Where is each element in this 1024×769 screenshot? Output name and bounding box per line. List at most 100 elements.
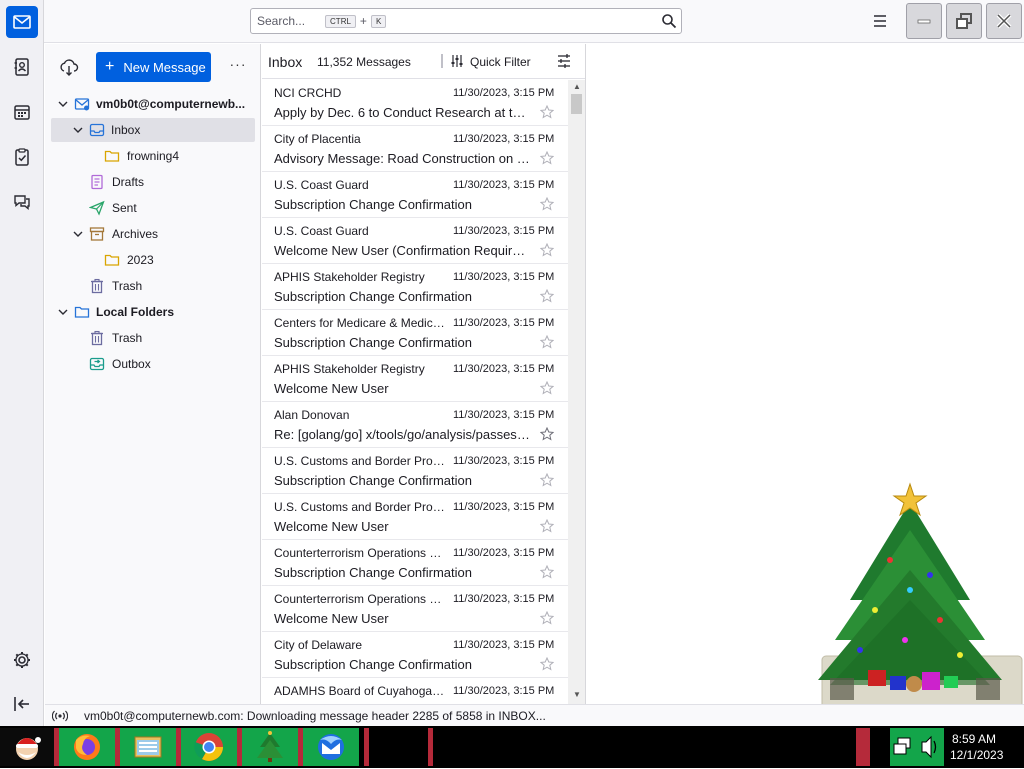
message-row[interactable]: U.S. Customs and Border Protection 11/30… — [262, 494, 568, 540]
minimize-button[interactable] — [906, 3, 942, 39]
folder-trash-label: Trash — [112, 279, 143, 293]
message-date: 11/30/2023, 3:15 PM — [453, 271, 555, 283]
taskbar-thunderbird[interactable] — [303, 728, 359, 766]
folder-account[interactable]: vm0b0t@computernewb... — [51, 92, 255, 116]
message-date: 11/30/2023, 3:15 PM — [453, 685, 555, 697]
scroll-down-arrow-icon[interactable]: ▼ — [573, 690, 581, 699]
star-icon[interactable] — [540, 151, 554, 165]
star-icon[interactable] — [540, 197, 554, 211]
scroll-up-arrow-icon[interactable]: ▲ — [573, 82, 581, 91]
clock-time[interactable]: 8:59 AM — [952, 732, 996, 746]
folder-frowning4[interactable]: frowning4 — [51, 144, 255, 168]
message-list-scrollbar[interactable]: ▲ ▼ — [568, 80, 585, 704]
message-row[interactable]: APHIS Stakeholder Registry 11/30/2023, 3… — [262, 356, 568, 402]
message-row[interactable]: APHIS Stakeholder Registry 11/30/2023, 3… — [262, 264, 568, 310]
settings-button[interactable] — [12, 650, 32, 670]
star-icon[interactable] — [540, 381, 554, 395]
chevron-down-icon[interactable] — [72, 228, 84, 240]
folder-drafts[interactable]: Drafts — [51, 170, 255, 194]
quick-filter-icon[interactable] — [450, 54, 464, 68]
chat-space-button[interactable] — [6, 186, 38, 218]
star-icon[interactable] — [540, 335, 554, 349]
search-input[interactable]: Search... CTRL + K — [250, 8, 682, 34]
message-row[interactable]: ADAMHS Board of Cuyahoga County 11/30/20… — [262, 678, 568, 704]
mail-space-button[interactable] — [6, 6, 38, 38]
star-icon[interactable] — [540, 611, 554, 625]
message-date: 11/30/2023, 3:15 PM — [453, 225, 555, 237]
star-icon[interactable] — [540, 289, 554, 303]
message-row[interactable]: City of Delaware 11/30/2023, 3:15 PM Sub… — [262, 632, 568, 678]
taskbar-firefox[interactable] — [59, 728, 115, 766]
scrollbar-thumb[interactable] — [571, 94, 582, 114]
message-row[interactable]: Centers for Medicare & Medicaid Services… — [262, 310, 568, 356]
title-bar: Search... CTRL + K — [44, 0, 1024, 43]
message-subject: Re: [golang/go] x/tools/go/analysis/pass… — [274, 427, 530, 442]
message-row[interactable]: NCI CRCHD 11/30/2023, 3:15 PM Apply by D… — [262, 80, 568, 126]
folder-pane-menu-button[interactable]: ··· — [227, 56, 249, 76]
clock-date[interactable]: 12/1/2023 — [950, 748, 1003, 762]
star-icon[interactable] — [540, 243, 554, 257]
message-date: 11/30/2023, 3:15 PM — [453, 547, 555, 559]
tasks-space-button[interactable] — [6, 141, 38, 173]
chevron-down-icon[interactable] — [57, 98, 69, 110]
message-row[interactable]: Alan Donovan 11/30/2023, 3:15 PM Re: [go… — [262, 402, 568, 448]
message-sender: Counterterrorism Operations Support — [274, 546, 446, 560]
message-row[interactable]: City of Placentia 11/30/2023, 3:15 PM Ad… — [262, 126, 568, 172]
get-messages-icon[interactable] — [59, 58, 79, 78]
display-options-icon[interactable] — [556, 53, 572, 69]
folder-local-folders[interactable]: Local Folders — [51, 300, 255, 324]
taskbar-christmas-tree[interactable] — [242, 728, 298, 766]
thunderbird-window: Search... CTRL + K + New Message ··· vm0… — [0, 0, 1024, 726]
chevron-down-icon[interactable] — [57, 306, 69, 318]
folder-sent[interactable]: Sent — [51, 196, 255, 220]
message-row[interactable]: U.S. Coast Guard 11/30/2023, 3:15 PM Sub… — [262, 172, 568, 218]
star-icon[interactable] — [540, 473, 554, 487]
message-row[interactable]: Counterterrorism Operations Support 11/3… — [262, 586, 568, 632]
online-status-icon[interactable] — [52, 709, 68, 723]
folder-archives[interactable]: Archives — [51, 222, 255, 246]
folder-archives-2023[interactable]: 2023 — [51, 248, 255, 272]
archive-icon — [89, 227, 105, 241]
folder-outbox[interactable]: Outbox — [51, 352, 255, 376]
new-message-button[interactable]: + New Message — [96, 52, 211, 82]
folder-inbox-label: Inbox — [111, 123, 141, 137]
star-icon[interactable] — [540, 565, 554, 579]
star-icon[interactable] — [540, 657, 554, 671]
quick-filter-button[interactable]: Quick Filter — [470, 55, 531, 69]
taskbar-separator — [428, 728, 433, 766]
taskbar-chrome[interactable] — [181, 728, 237, 766]
folder-account-label: vm0b0t@computernewb... — [96, 97, 246, 111]
star-icon[interactable] — [540, 105, 554, 119]
network-icon[interactable] — [890, 728, 944, 766]
message-subject: Apply by Dec. 6 to Conduct Research at t… — [274, 105, 530, 120]
restore-button[interactable] — [946, 3, 982, 39]
star-icon[interactable] — [540, 427, 554, 441]
tasks-icon — [15, 148, 29, 166]
thread-folder-name: Inbox — [268, 54, 303, 70]
start-button[interactable] — [0, 728, 54, 766]
chevron-down-icon[interactable] — [72, 124, 84, 136]
message-row[interactable]: U.S. Coast Guard 11/30/2023, 3:15 PM Wel… — [262, 218, 568, 264]
shortcut-key-ctrl: CTRL — [325, 14, 356, 28]
taskbar-file-explorer[interactable] — [120, 728, 176, 766]
christmas-tree-icon — [257, 731, 283, 762]
collapse-spaces-button[interactable] — [12, 694, 32, 714]
app-menu-icon[interactable] — [870, 12, 890, 30]
address-book-space-button[interactable] — [6, 51, 38, 83]
star-icon[interactable] — [540, 519, 554, 533]
message-row[interactable]: Counterterrorism Operations Support 11/3… — [262, 540, 568, 586]
spaces-toolbar — [0, 0, 44, 726]
calendar-space-button[interactable] — [6, 96, 38, 128]
message-row[interactable]: U.S. Customs and Border Protection 11/30… — [262, 448, 568, 494]
close-button[interactable] — [986, 3, 1022, 39]
trash-icon — [91, 278, 103, 294]
folder-local-trash[interactable]: Trash — [51, 326, 255, 350]
message-list: NCI CRCHD 11/30/2023, 3:15 PM Apply by D… — [262, 80, 568, 704]
folder-trash[interactable]: Trash — [51, 274, 255, 298]
message-subject: Subscription Change Confirmation — [274, 657, 472, 672]
taskbar-separator — [856, 728, 870, 766]
message-count: 11,352 Messages — [317, 55, 411, 69]
message-sender: U.S. Customs and Border Protection — [274, 454, 446, 468]
folder-inbox[interactable]: Inbox — [51, 118, 255, 142]
christmas-tree-decoration — [818, 482, 1023, 719]
